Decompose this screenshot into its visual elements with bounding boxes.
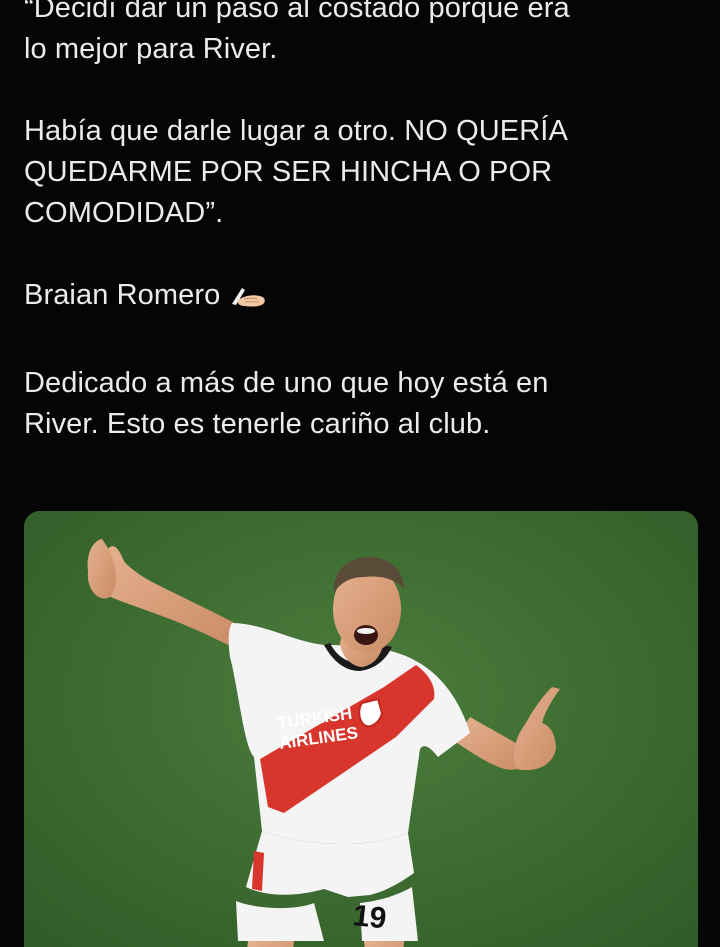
tweet-line: Había que darle lugar a otro. NO QUERÍA <box>24 115 568 147</box>
author-signature: Braian Romero <box>24 275 704 322</box>
tweet-text: “Decidí dar un paso al costado porque er… <box>24 0 704 445</box>
footballer-celebrating-image: TURKISH AIRLINES 19 <box>24 511 698 947</box>
tweet-line: lo mejor para River. <box>24 33 278 65</box>
tweet-line: Dedicado a más de uno que hoy está en <box>24 367 549 399</box>
writing-hand-icon <box>228 281 268 322</box>
tweet-line: Braian Romero <box>24 279 221 311</box>
tweet-photo[interactable]: TURKISH AIRLINES 19 <box>24 511 698 947</box>
shirt-number: 19 <box>351 899 388 935</box>
tweet-line: River. Esto es tenerle cariño al club. <box>24 408 491 440</box>
tweet-line: “Decidí dar un paso al costado porque er… <box>24 0 570 24</box>
tweet-line: COMODIDAD”. <box>24 197 224 229</box>
tweet-line: QUEDARME POR SER HINCHA O POR <box>24 156 553 188</box>
